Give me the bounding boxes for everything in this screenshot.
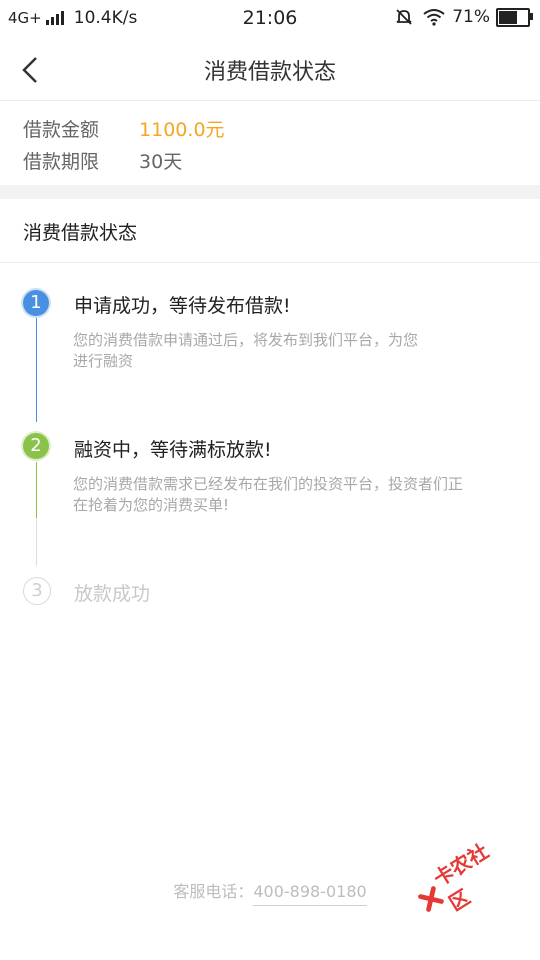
status-section-title: 消费借款状态 xyxy=(23,222,138,244)
loan-info: 借款金额 1100.0元 借款期限 30天 xyxy=(0,101,540,185)
step-3-title: 放款成功 xyxy=(74,583,151,605)
step-3-badge: 3 xyxy=(23,577,51,605)
step-2-description: 您的消费借款需求已经发布在我们的投资平台，投资者们正 在抢着为您的消费买单! xyxy=(73,474,533,516)
status-right: 71% xyxy=(394,7,533,27)
watermark-logo: 卡农社区 xyxy=(406,826,523,930)
service-phone-link[interactable]: 400-898-0180 xyxy=(253,882,367,906)
status-bar: 4G+ 10.4K/s 21:06 71% xyxy=(0,0,540,38)
battery-icon xyxy=(496,7,533,27)
page-title: 消费借款状态 xyxy=(203,60,336,85)
step-1-badge: 1 xyxy=(23,290,49,316)
loan-amount-label: 借款金额 xyxy=(23,119,100,141)
nav-bar: 消费借款状态 xyxy=(0,38,540,101)
loan-amount-row: 借款金额 1100.0元 xyxy=(23,115,225,142)
step-1-description: 您的消费借款申请通过后，将发布到我们平台，为您 进行融资 xyxy=(73,330,533,372)
battery-percent: 71% xyxy=(452,7,490,27)
service-phone-label: 客服电话： xyxy=(173,882,254,901)
step-1-desc-line2: 进行融资 xyxy=(73,352,134,370)
loan-term-row: 借款期限 30天 xyxy=(23,147,182,174)
step-1-desc-line1: 您的消费借款申请通过后，将发布到我们平台，为您 xyxy=(73,331,419,349)
step-2-desc-line2: 在抢着为您的消费买单! xyxy=(73,496,230,514)
step-2-badge: 2 xyxy=(23,433,49,459)
step-1-title: 申请成功，等待发布借款! xyxy=(74,295,291,317)
section-divider xyxy=(0,185,540,199)
step-1-connector xyxy=(36,318,37,422)
loan-term-label: 借款期限 xyxy=(23,151,100,173)
status-section-header: 消费借款状态 xyxy=(0,199,540,263)
mute-bell-icon xyxy=(396,9,412,25)
step-2-connector-active xyxy=(36,462,37,518)
wifi-icon xyxy=(423,9,445,26)
loan-amount-value: 1100.0元 xyxy=(139,119,225,141)
step-2-connector-pending xyxy=(36,518,37,566)
step-2-title: 融资中，等待满标放款! xyxy=(74,439,272,461)
loan-term-value: 30天 xyxy=(139,151,183,173)
step-2-desc-line1: 您的消费借款需求已经发布在我们的投资平台，投资者们正 xyxy=(73,475,464,493)
